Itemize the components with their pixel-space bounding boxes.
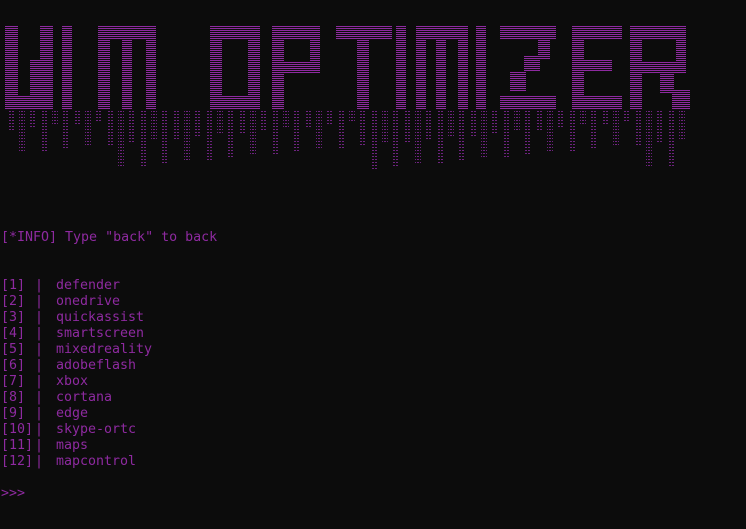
option-number: [5] [1, 342, 26, 357]
option-label: quickassist [56, 310, 145, 325]
command-prompt[interactable]: >>> [1, 486, 25, 502]
option-separator: | [35, 278, 44, 293]
option-separator: | [35, 390, 44, 405]
menu-option[interactable]: [8] | cortana [1, 390, 152, 406]
option-label: xbox [56, 374, 89, 389]
menu-option[interactable]: [9] | edge [1, 406, 152, 422]
menu-option[interactable]: [5] | mixedreality [1, 342, 152, 358]
option-number: [12] [1, 454, 34, 469]
option-label: cortana [56, 390, 113, 405]
option-number: [7] [1, 374, 26, 389]
option-number: [11] [1, 438, 34, 453]
option-number: [3] [1, 310, 26, 325]
option-label: edge [56, 406, 89, 421]
option-label: adobeflash [56, 358, 137, 373]
menu-option[interactable]: [11] | maps [1, 438, 152, 454]
option-label: onedrive [56, 294, 121, 309]
option-number: [1] [1, 278, 26, 293]
banner-letters [5, 26, 690, 110]
menu-option[interactable]: [10] | skype-ortc [1, 422, 152, 438]
info-message: [*INFO] Type "back" to back [1, 230, 218, 245]
option-separator: | [35, 438, 44, 453]
option-number: [10] [1, 422, 34, 437]
option-separator: | [35, 326, 44, 341]
option-label: smartscreen [56, 326, 145, 341]
option-separator: | [35, 294, 44, 309]
ascii-art-banner [5, 26, 690, 169]
option-label: skype-ortc [56, 422, 137, 437]
menu-option[interactable]: [1] | defender [1, 278, 152, 294]
option-number: [9] [1, 406, 26, 421]
option-separator: | [35, 422, 44, 437]
option-label: mixedreality [56, 342, 153, 357]
option-number: [2] [1, 294, 26, 309]
option-list: [1] | defender [2] | onedrive [3] | quickassist[… [1, 278, 152, 470]
menu-option[interactable]: [4] | smartscreen [1, 326, 152, 342]
menu-option[interactable]: [6] | adobeflash [1, 358, 152, 374]
option-number: [8] [1, 390, 26, 405]
option-separator: | [35, 374, 44, 389]
option-number: [4] [1, 326, 26, 341]
menu-option[interactable]: [2] | onedrive [1, 294, 152, 310]
option-number: [6] [1, 358, 26, 373]
option-label: mapcontrol [56, 454, 137, 469]
option-label: defender [56, 278, 121, 293]
option-label: maps [56, 438, 89, 453]
option-separator: | [35, 406, 44, 421]
option-separator: | [35, 358, 44, 373]
option-separator: | [35, 310, 44, 325]
menu-option[interactable]: [3] | quickassist [1, 310, 152, 326]
option-separator: | [35, 454, 44, 469]
menu-option[interactable]: [7] | xbox [1, 374, 152, 390]
banner-drips [8, 110, 685, 169]
option-separator: | [35, 342, 44, 357]
menu-option[interactable]: [12] | mapcontrol [1, 454, 152, 470]
